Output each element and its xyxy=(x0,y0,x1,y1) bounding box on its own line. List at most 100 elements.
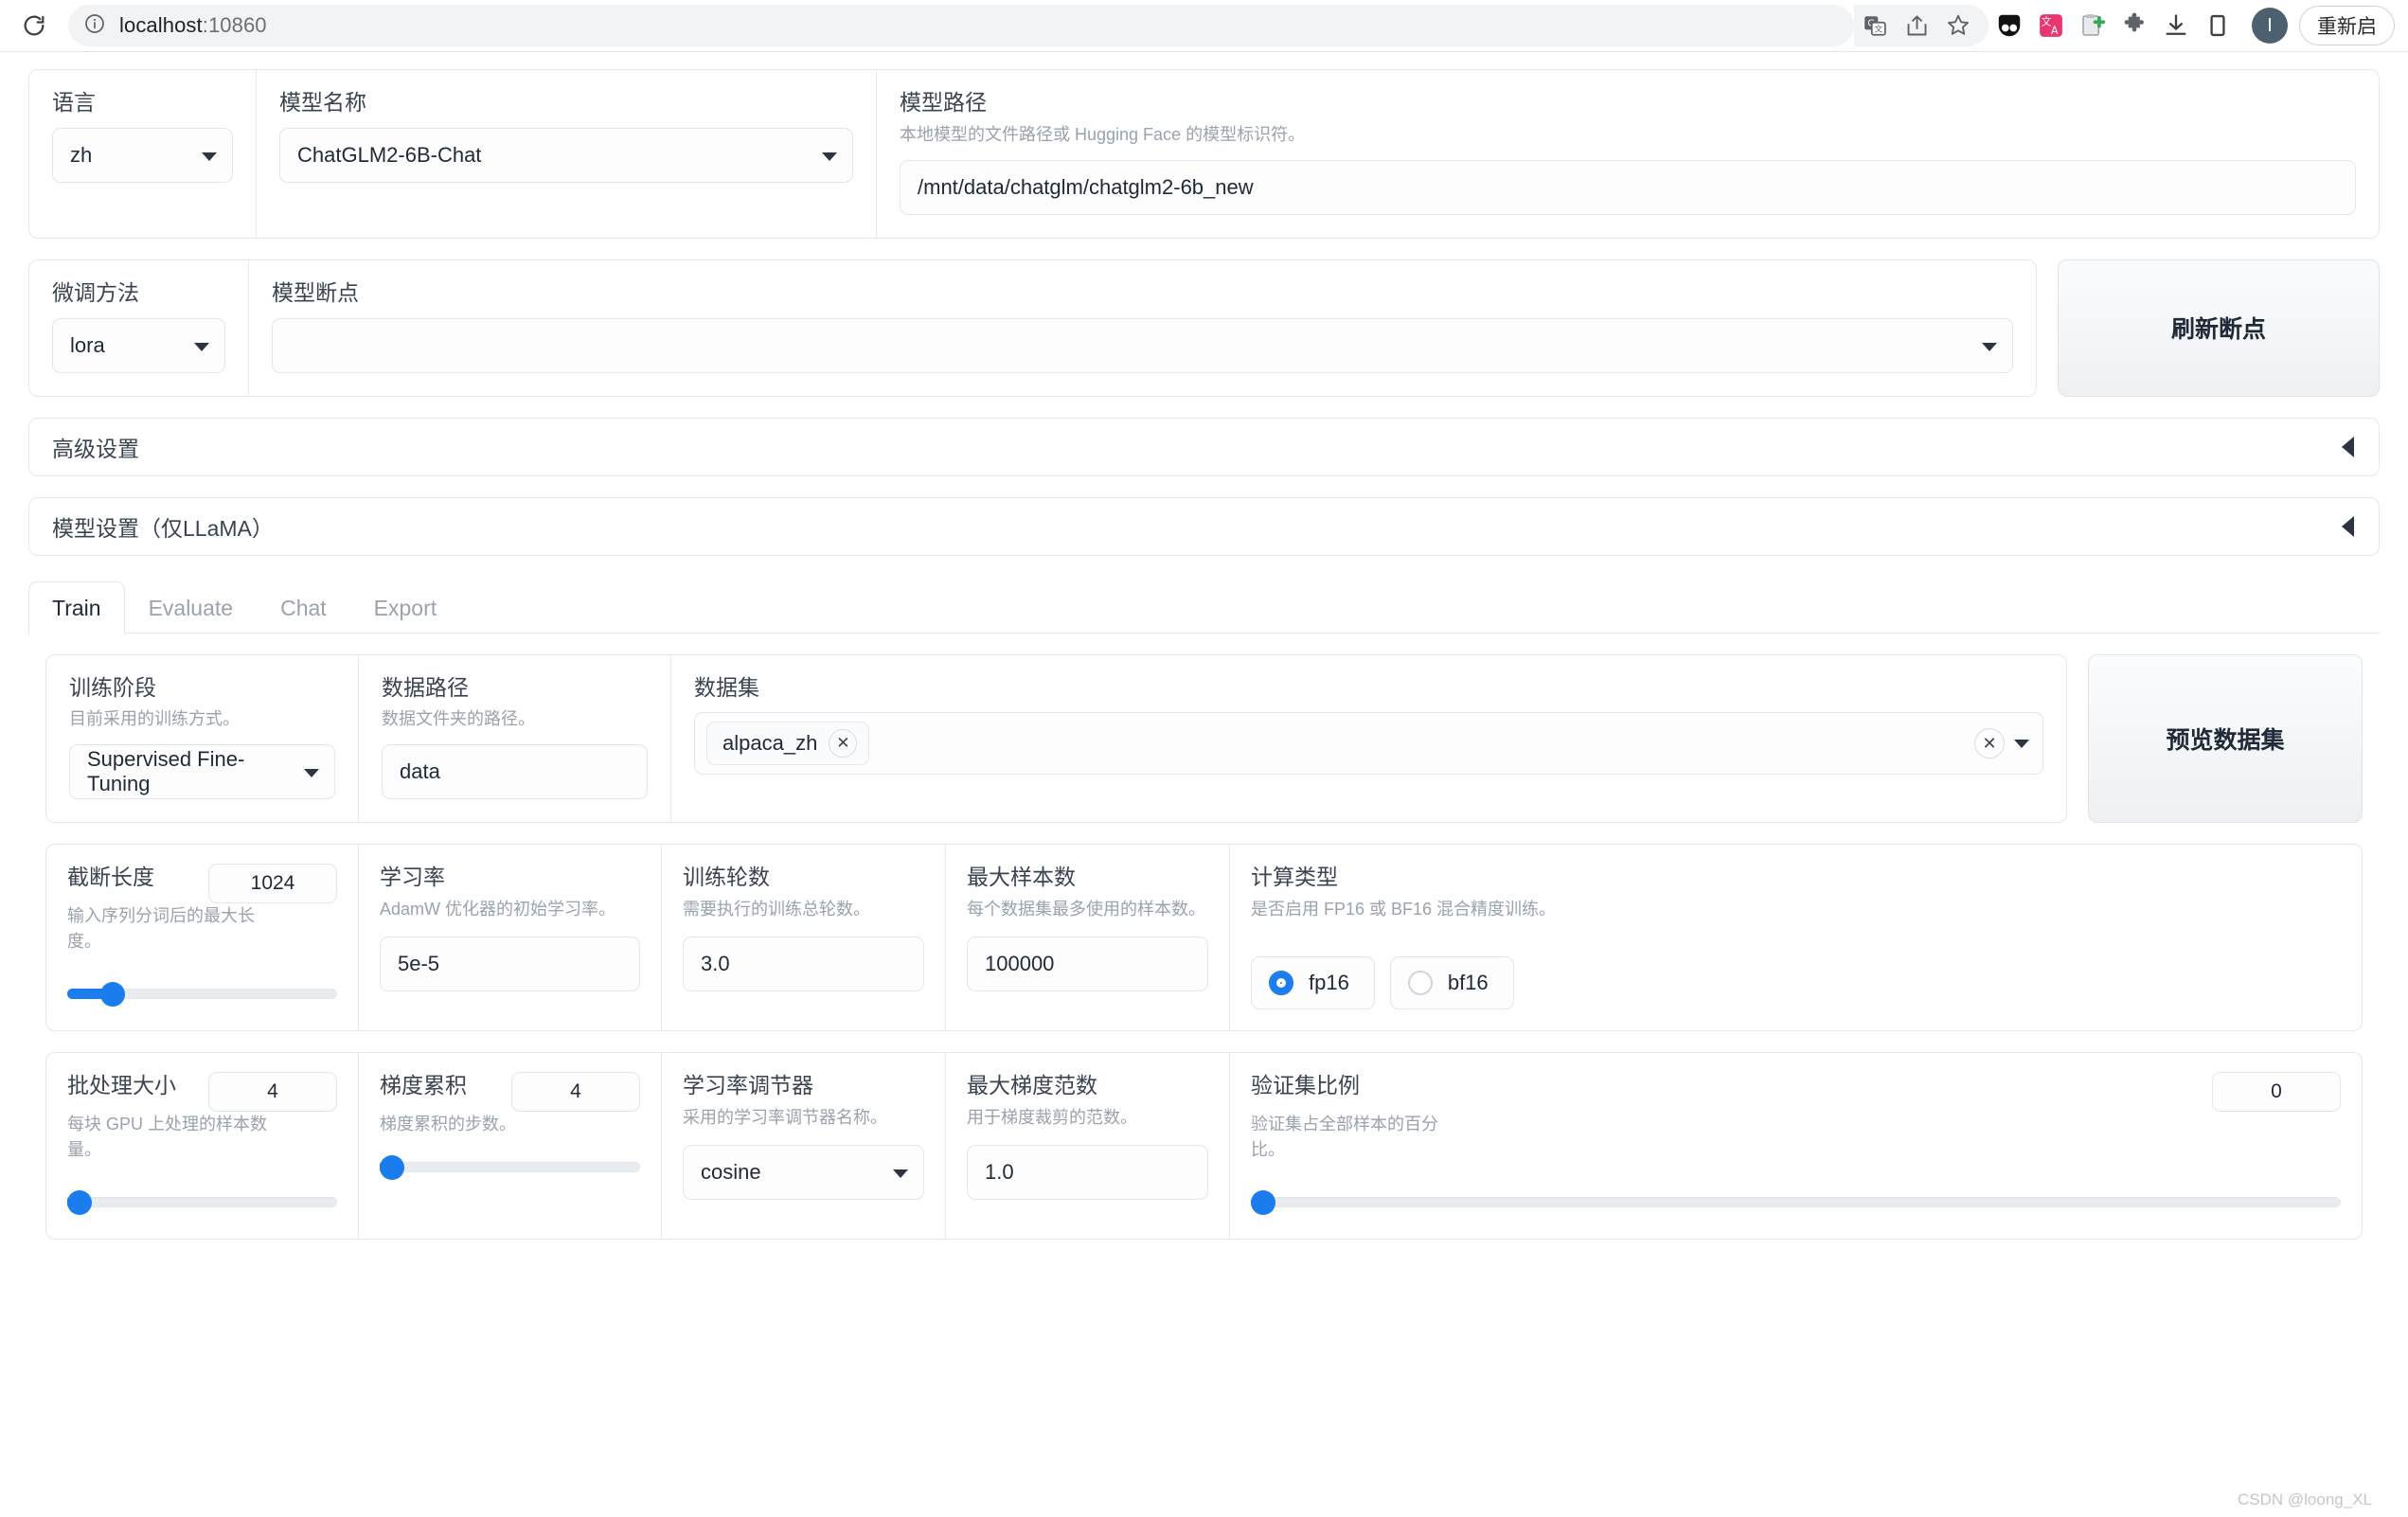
batch-size-slider[interactable] xyxy=(67,1186,337,1218)
dataset-multiselect[interactable]: alpaca_zh ✕ ✕ xyxy=(694,712,2043,776)
learning-rate-value: 5e-5 xyxy=(398,952,440,976)
radio-fp16[interactable]: fp16 xyxy=(1251,956,1375,1010)
finetune-method-field: 微调方法 lora xyxy=(29,259,249,396)
chevron-down-icon xyxy=(194,342,209,351)
radio-bf16-label: bf16 xyxy=(1447,971,1489,995)
model-path-value: /mnt/data/chatglm/chatglm2-6b_new xyxy=(918,174,1254,199)
params-row-1: 截断长度 1024 输入序列分词后的最大长度。 学习率 AdamW 优化器的初始… xyxy=(45,844,2363,1032)
cutoff-len-slider[interactable] xyxy=(67,977,337,1009)
tabs-section: Train Evaluate Chat Export xyxy=(28,580,2380,634)
advanced-settings-accordion[interactable]: 高级设置 xyxy=(28,417,2380,476)
data-dir-label: 数据路径 xyxy=(382,674,469,700)
clear-icon[interactable]: ✕ xyxy=(1974,728,2005,759)
watermark: CSDN @loong_XL xyxy=(2238,1490,2372,1508)
chevron-down-icon xyxy=(304,769,319,778)
stage-desc: 目前采用的训练方式。 xyxy=(69,709,240,729)
refresh-checkpoints-button[interactable]: 刷新断点 xyxy=(2058,259,2380,397)
checkpoint-field: 模型断点 xyxy=(249,260,2036,396)
url-port: :10860 xyxy=(202,13,267,37)
data-dir-field: 数据路径 数据文件夹的路径。 data xyxy=(359,654,671,823)
dataset-card: 训练阶段 目前采用的训练方式。 Supervised Fine-Tuning 数… xyxy=(45,653,2067,824)
page-container: 语言 zh 模型名称 ChatGLM2-6B-Chat 模型路径 本地模型的文件… xyxy=(0,69,2408,1240)
stage-value: Supervised Fine-Tuning xyxy=(87,747,245,796)
grad-accum-desc: 梯度累积的步数。 xyxy=(380,1115,516,1134)
cutoff-len-desc: 输入序列分词后的最大长度。 xyxy=(67,906,255,951)
dataset-chip[interactable]: alpaca_zh ✕ xyxy=(706,722,870,766)
avatar[interactable]: I xyxy=(2252,8,2288,44)
batch-size-number[interactable]: 4 xyxy=(208,1072,337,1113)
val-size-slider[interactable] xyxy=(1251,1186,2341,1218)
dataset-field: 数据集 alpaca_zh ✕ ✕ xyxy=(671,655,2066,823)
browser-toolbar: localhost:10860 G 文 xyxy=(0,0,2408,52)
finetune-row: 微调方法 lora 模型断点 刷新断点 xyxy=(28,259,2380,397)
translate-extension-icon[interactable]: 文 A xyxy=(2030,5,2072,46)
svg-text:文: 文 xyxy=(1874,24,1882,35)
chevron-down-icon[interactable] xyxy=(2014,739,2029,748)
max-grad-norm-input[interactable]: 1.0 xyxy=(967,1145,1208,1201)
cutoff-len-label: 截断长度 xyxy=(67,865,154,890)
tab-chat-label: Chat xyxy=(280,595,327,620)
learning-rate-input[interactable]: 5e-5 xyxy=(380,937,640,992)
grad-accum-value: 4 xyxy=(570,1080,581,1103)
model-name-field: 模型名称 ChatGLM2-6B-Chat xyxy=(257,70,877,238)
stage-select[interactable]: Supervised Fine-Tuning xyxy=(69,744,335,800)
translate-icon[interactable]: G 文 xyxy=(1854,5,1896,46)
clipboard-add-icon[interactable] xyxy=(2072,5,2114,46)
radio-fp16-label: fp16 xyxy=(1309,971,1349,995)
share-icon[interactable] xyxy=(1896,5,1937,46)
close-icon[interactable]: ✕ xyxy=(829,729,858,758)
cutoff-len-value: 1024 xyxy=(250,872,295,895)
lr-scheduler-field: 学习率调节器 采用的学习率调节器名称。 cosine xyxy=(662,1053,946,1240)
puzzle-extensions-icon[interactable] xyxy=(2114,5,2155,46)
bookmark-star-icon[interactable] xyxy=(1937,5,1979,46)
max-grad-norm-field: 最大梯度范数 用于梯度裁剪的范数。 1.0 xyxy=(946,1053,1230,1240)
finetune-method-select[interactable]: lora xyxy=(52,317,225,373)
model-path-desc: 本地模型的文件路径或 Hugging Face 的模型标识符。 xyxy=(900,124,1306,144)
svg-text:A: A xyxy=(2051,25,2059,37)
model-name-select[interactable]: ChatGLM2-6B-Chat xyxy=(279,127,853,183)
slider-thumb[interactable] xyxy=(380,1154,404,1180)
max-samples-field: 最大样本数 每个数据集最多使用的样本数。 100000 xyxy=(946,845,1230,1031)
tab-train[interactable]: Train xyxy=(28,580,125,634)
max-samples-input[interactable]: 100000 xyxy=(967,937,1208,992)
val-size-number[interactable]: 0 xyxy=(2212,1072,2341,1113)
checkpoint-select[interactable] xyxy=(272,317,2013,373)
side-panel-icon[interactable] xyxy=(2197,5,2239,46)
panda-extension-icon[interactable] xyxy=(1989,5,2030,46)
lr-scheduler-desc: 采用的学习率调节器名称。 xyxy=(683,1108,887,1128)
reload-icon[interactable] xyxy=(13,5,55,46)
address-bar[interactable]: localhost:10860 xyxy=(68,5,1854,46)
model-settings-accordion[interactable]: 模型设置（仅LLaMA） xyxy=(28,496,2380,556)
update-button[interactable]: 重新启 xyxy=(2299,6,2395,45)
epochs-field: 训练轮数 需要执行的训练总轮数。 3.0 xyxy=(662,845,946,1031)
radio-bf16[interactable]: bf16 xyxy=(1389,956,1514,1010)
max-grad-norm-desc: 用于梯度裁剪的范数。 xyxy=(967,1108,1137,1128)
model-path-input[interactable]: /mnt/data/chatglm/chatglm2-6b_new xyxy=(900,159,2356,215)
preview-dataset-button[interactable]: 预览数据集 xyxy=(2088,653,2363,824)
grad-accum-number[interactable]: 4 xyxy=(511,1072,640,1113)
max-samples-desc: 每个数据集最多使用的样本数。 xyxy=(967,900,1205,919)
stage-label: 训练阶段 xyxy=(69,674,156,700)
batch-size-label: 批处理大小 xyxy=(67,1073,176,1098)
slider-thumb[interactable] xyxy=(67,1190,92,1216)
model-path-field: 模型路径 本地模型的文件路径或 Hugging Face 的模型标识符。 /mn… xyxy=(877,70,2379,238)
lr-scheduler-select[interactable]: cosine xyxy=(683,1145,924,1201)
tab-export[interactable]: Export xyxy=(350,581,460,634)
data-dir-input[interactable]: data xyxy=(382,744,648,800)
model-path-label: 模型路径 xyxy=(900,90,987,115)
grad-accum-slider[interactable] xyxy=(380,1151,640,1183)
tab-evaluate[interactable]: Evaluate xyxy=(125,581,258,634)
chevron-down-icon xyxy=(202,152,217,161)
chevron-down-icon xyxy=(893,1169,908,1179)
download-icon[interactable] xyxy=(2155,5,2197,46)
compute-type-label: 计算类型 xyxy=(1251,865,1338,890)
epochs-input[interactable]: 3.0 xyxy=(683,937,924,992)
slider-thumb[interactable] xyxy=(100,982,126,1008)
site-info-icon[interactable] xyxy=(83,12,106,40)
tab-chat[interactable]: Chat xyxy=(257,581,350,634)
language-select[interactable]: zh xyxy=(52,127,233,183)
params-row-2: 批处理大小 4 每块 GPU 上处理的样本数量。 梯度累积 4 梯度累积的步数。… xyxy=(45,1052,2363,1240)
cutoff-len-number[interactable]: 1024 xyxy=(208,864,337,904)
slider-thumb[interactable] xyxy=(1251,1190,1275,1216)
language-value: zh xyxy=(70,142,93,167)
